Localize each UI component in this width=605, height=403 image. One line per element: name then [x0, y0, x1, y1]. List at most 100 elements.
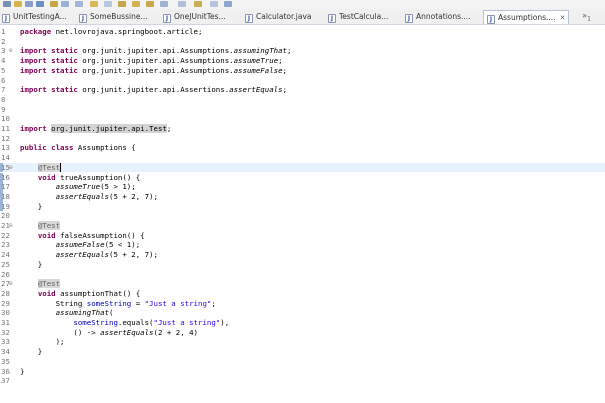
line-number: 6	[1, 75, 6, 85]
code-line[interactable]: 25 }	[0, 260, 605, 270]
code-line[interactable]: 3 ⊖ import static org.junit.jupiter.api.As…	[0, 46, 605, 56]
editor-tab[interactable]: J Calculator.java	[245, 11, 312, 23]
line-number: 33	[1, 337, 10, 347]
code-line[interactable]: 6	[0, 76, 605, 86]
code-text: assumeFalse(5 < 1);	[55, 240, 141, 250]
code-line[interactable]: 23 assumeFalse(5 < 1);	[0, 240, 605, 250]
tab-label: UnitTestingA...	[13, 12, 67, 21]
line-number: 36	[1, 366, 10, 376]
editor-tab[interactable]: J Annotations....	[405, 11, 471, 23]
code-line[interactable]: 18 assertEquals(5 + 2, 7);	[0, 191, 605, 202]
code-line[interactable]: 22 void falseAssumption() {	[0, 231, 605, 241]
fold-toggle-icon[interactable]: ⊖	[9, 163, 13, 173]
code-line[interactable]: 15 ⊖ @Test	[0, 162, 605, 173]
fold-toggle-icon[interactable]: ⊖	[9, 279, 13, 289]
code-line[interactable]: 7 import static org.junit.jupiter.api.Ass…	[0, 85, 605, 95]
toolbar-icon[interactable]	[132, 1, 140, 7]
java-file-icon: J	[2, 14, 10, 23]
code-line[interactable]: 28 void assumptionThat() {	[0, 289, 605, 299]
line-number: 31	[1, 318, 10, 327]
code-line[interactable]: 4 import static org.junit.jupiter.api.Ass…	[0, 56, 605, 66]
code-line[interactable]: 14	[0, 153, 605, 163]
code-text: void trueAssumption() {	[37, 172, 141, 182]
code-line[interactable]: 12	[0, 134, 605, 144]
toolbar-icon[interactable]	[75, 1, 83, 7]
toolbar-icon[interactable]	[146, 1, 154, 7]
code-text: import static org.junit.jupiter.api.Assu…	[20, 65, 287, 75]
toolbar-icon[interactable]	[194, 1, 202, 7]
editor-tab[interactable]: J OneJUnitTes...	[163, 11, 226, 23]
code-line[interactable]: 35	[0, 357, 605, 367]
code-text: import static org.junit.jupiter.api.Asse…	[20, 85, 288, 95]
code-line[interactable]: 30 assumingThat(	[0, 308, 605, 318]
code-text: import static org.junit.jupiter.api.Assu…	[20, 56, 283, 66]
tab-label: Annotations....	[416, 12, 471, 21]
line-number: 29	[1, 298, 10, 308]
fold-toggle-icon[interactable]: ⊖	[9, 221, 13, 231]
code-line[interactable]: 32 () -> assertEquals(2 + 2, 4)	[0, 328, 605, 338]
line-number: 5	[1, 65, 6, 75]
code-line[interactable]: 10	[0, 114, 605, 124]
toolbar-icon[interactable]	[160, 1, 168, 7]
code-line[interactable]: 31 someString.equals("Just a string"),	[0, 318, 605, 328]
code-line[interactable]: 26	[0, 270, 605, 280]
line-number: 8	[1, 94, 6, 104]
close-icon[interactable]: ✕	[560, 14, 566, 22]
code-text: @Test	[37, 279, 61, 289]
toolbar-icon[interactable]	[14, 1, 22, 7]
toolbar-icon[interactable]	[104, 1, 112, 7]
toolbar-icon[interactable]	[61, 1, 69, 7]
code-line[interactable]: 16 void trueAssumption() {	[0, 172, 605, 183]
code-line[interactable]: 37	[0, 376, 605, 386]
line-number: 7	[1, 85, 6, 95]
code-line[interactable]: 24 assertEquals(5 + 2, 7);	[0, 250, 605, 260]
java-file-icon: J	[405, 14, 413, 23]
code-text: @Test	[37, 221, 61, 230]
editor-tab[interactable]: J SomeBussine...	[79, 11, 148, 23]
code-line[interactable]: 29 String someString = "Just a string";	[0, 299, 605, 309]
tab-overflow-button[interactable]: »1	[582, 11, 591, 23]
toolbar-icon[interactable]	[50, 1, 58, 7]
code-text: public class Assumptions {	[20, 143, 136, 153]
code-text: );	[20, 337, 65, 347]
toolbar-icon[interactable]	[118, 1, 126, 7]
line-number: 10	[1, 114, 10, 124]
code-line[interactable]: 17 assumeTrue(5 > 1);	[0, 182, 605, 192]
line-number: 24	[1, 250, 10, 260]
code-line[interactable]: 20	[0, 211, 605, 221]
editor-tab-active[interactable]: J Assumptions.... ✕	[483, 10, 570, 24]
code-line[interactable]: 21 ⊖ @Test	[0, 221, 605, 231]
code-line[interactable]: 8	[0, 95, 605, 105]
toolbar-icon[interactable]	[178, 1, 186, 7]
line-number: 2	[1, 36, 6, 46]
code-text: }	[20, 201, 43, 211]
code-text: }	[20, 366, 25, 376]
editor-tab-bar: J UnitTestingA... J SomeBussine... J OneJUn…	[0, 9, 605, 25]
line-number: 9	[1, 104, 6, 114]
editor-tab[interactable]: J TestCalcula...	[328, 11, 388, 23]
toolbar-icon[interactable]	[210, 1, 218, 7]
code-line[interactable]: 5 import static org.junit.jupiter.api.Ass…	[0, 66, 605, 76]
line-number: 13	[1, 143, 10, 153]
code-editor[interactable]: 1 package net.lovrojava.springboot.articl…	[0, 25, 605, 403]
code-line[interactable]: 33 );	[0, 337, 605, 347]
code-line[interactable]: 27 ⊖ @Test	[0, 279, 605, 289]
line-number: 18	[1, 191, 10, 201]
code-line[interactable]: 13 public class Assumptions {	[0, 143, 605, 153]
code-text: @Test	[37, 162, 62, 172]
code-line[interactable]: 1 package net.lovrojava.springboot.articl…	[0, 27, 605, 37]
code-line[interactable]: 19 }	[0, 201, 605, 212]
code-line[interactable]: 11 import org.junit.jupiter.api.Test;	[0, 124, 605, 134]
toolbar-icon[interactable]	[25, 1, 33, 7]
toolbar-icon[interactable]	[224, 1, 232, 7]
toolbar-icon[interactable]	[3, 1, 11, 7]
code-line[interactable]: 34 }	[0, 347, 605, 357]
fold-toggle-icon[interactable]: ⊖	[9, 46, 13, 56]
editor-tab[interactable]: J UnitTestingA...	[2, 11, 67, 23]
code-line[interactable]: 2	[0, 37, 605, 47]
code-line[interactable]: 9	[0, 105, 605, 115]
code-line[interactable]: 36}	[0, 367, 605, 377]
line-number: 25	[1, 259, 10, 269]
toolbar-icon[interactable]	[90, 1, 98, 7]
toolbar-icon[interactable]	[36, 1, 44, 7]
